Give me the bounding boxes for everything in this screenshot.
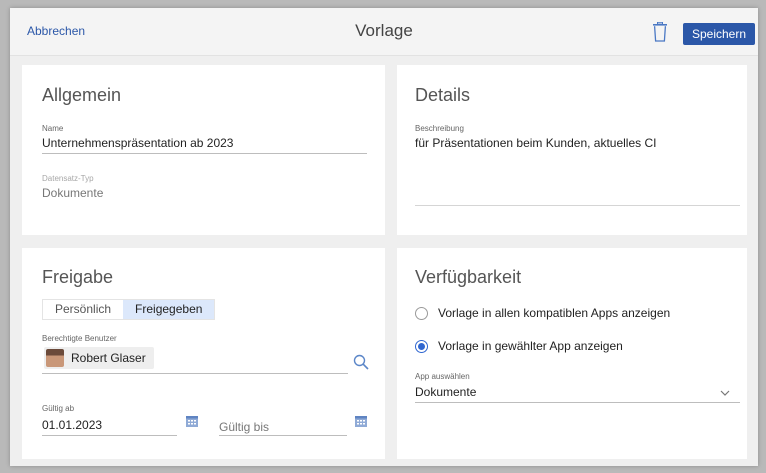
radio-selected-app[interactable]: Vorlage in gewählter App anzeigen: [415, 339, 623, 353]
search-icon[interactable]: [353, 354, 369, 370]
valid-from-underline: [42, 435, 177, 436]
users-field-underline: [42, 373, 348, 374]
app-select-underline: [415, 402, 740, 403]
general-title: Allgemein: [42, 85, 122, 105]
page-title: Vorlage: [355, 21, 413, 40]
app-select-label: App auswählen: [415, 372, 470, 381]
radio-button[interactable]: [415, 306, 428, 320]
details-card: Details Beschreibung für Präsentationen …: [397, 65, 747, 235]
user-chip[interactable]: Robert Glaser: [44, 347, 154, 369]
sharing-card: Freigabe Persönlich Freigegeben Berechti…: [22, 248, 385, 459]
users-label: Berechtigte Benutzer: [42, 334, 117, 343]
avatar: [46, 349, 64, 367]
calendar-icon[interactable]: [186, 416, 198, 427]
description-label: Beschreibung: [415, 124, 464, 133]
chevron-down-icon[interactable]: [720, 390, 730, 396]
calendar-icon[interactable]: [355, 416, 367, 427]
template-dialog: Abbrechen Vorlage Speichern Allgemein Na…: [10, 8, 758, 466]
type-value: Dokumente: [42, 186, 104, 200]
description-field[interactable]: für Präsentationen beim Kunden, aktuelle…: [415, 136, 656, 150]
radio-button[interactable]: [415, 339, 428, 353]
app-select[interactable]: Dokumente: [415, 385, 476, 399]
valid-to-underline: [219, 435, 347, 436]
availability-card: Verfügbarkeit Vorlage in allen kompatibl…: [397, 248, 747, 459]
valid-to-field[interactable]: Gültig bis: [219, 420, 269, 434]
type-label: Datensatz-Typ: [42, 174, 94, 183]
top-bar: Abbrechen Vorlage Speichern: [10, 8, 758, 56]
valid-from-field[interactable]: 01.01.2023: [42, 418, 102, 432]
sharing-segmented-control: Persönlich Freigegeben: [42, 299, 216, 320]
general-card: Allgemein Name Unternehmenspräsentation …: [22, 65, 385, 235]
tab-shared[interactable]: Freigegeben: [123, 300, 215, 319]
save-button[interactable]: Speichern: [683, 23, 755, 45]
description-field-underline: [415, 205, 740, 206]
name-label: Name: [42, 124, 64, 133]
details-title: Details: [415, 85, 471, 105]
name-field[interactable]: Unternehmenspräsentation ab 2023: [42, 136, 233, 150]
radio-all-apps-label: Vorlage in allen kompatiblen Apps anzeig…: [438, 306, 671, 320]
radio-all-apps[interactable]: Vorlage in allen kompatiblen Apps anzeig…: [415, 306, 670, 320]
sharing-title: Freigabe: [42, 267, 114, 287]
user-name: Robert Glaser: [71, 351, 146, 365]
trash-icon[interactable]: [652, 22, 668, 42]
availability-title: Verfügbarkeit: [415, 267, 522, 287]
tab-personal[interactable]: Persönlich: [43, 300, 123, 319]
valid-from-label: Gültig ab: [42, 404, 75, 413]
name-field-underline: [42, 153, 367, 154]
radio-selected-app-label: Vorlage in gewählter App anzeigen: [438, 339, 623, 353]
